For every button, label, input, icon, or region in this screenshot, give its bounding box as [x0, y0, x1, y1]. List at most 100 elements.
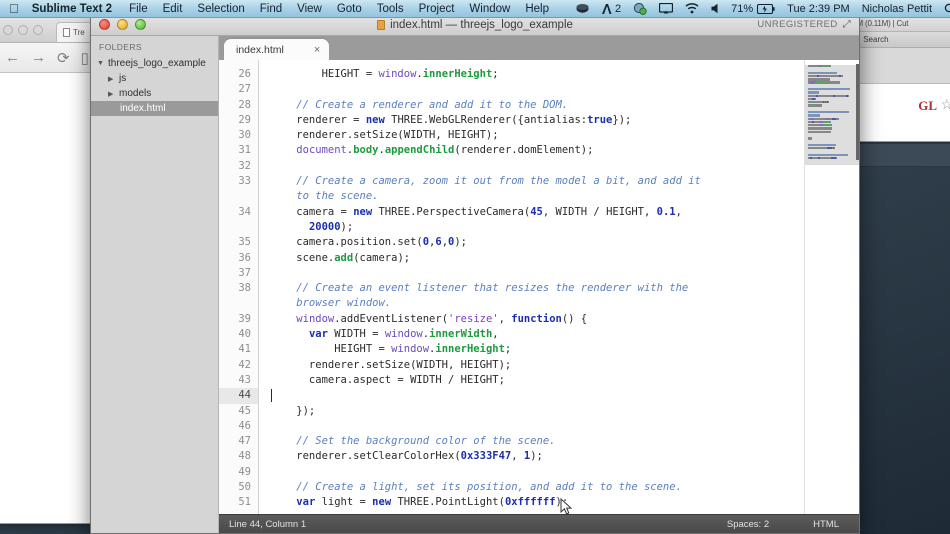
menu-window[interactable]: Window	[469, 3, 510, 15]
reload-icon[interactable]: ⟳	[57, 49, 70, 67]
code-line[interactable]: renderer.setClearColorHex(0x333F47, 1);	[271, 449, 804, 464]
menu-edit[interactable]: Edit	[163, 3, 183, 15]
line-number: 41	[238, 343, 251, 356]
code-line[interactable]: // Create an event listener that resizes…	[271, 281, 804, 296]
cursor-position[interactable]: Line 44, Column 1	[229, 519, 306, 530]
sidebar-item-threejs-logo-example[interactable]: ▼ threejs_logo_example	[91, 56, 218, 71]
minimap-scrollbar[interactable]	[856, 64, 859, 160]
code-line[interactable]: });	[271, 404, 804, 419]
code-line[interactable]	[271, 388, 804, 403]
code-line[interactable]: // Create a light, set its position, and…	[271, 480, 804, 495]
sidebar[interactable]: FOLDERS ▼ threejs_logo_example ▶ js ▶ mo…	[91, 36, 219, 533]
code-line[interactable]	[271, 266, 804, 281]
code-line[interactable]: renderer = new THREE.WebGLRenderer({anti…	[271, 113, 804, 128]
code-token: innerWidth	[429, 328, 493, 341]
code-token: light =	[315, 496, 373, 509]
close-button-bg[interactable]	[3, 24, 13, 35]
dropbox-icon[interactable]	[576, 3, 589, 14]
code-line[interactable]: camera = new THREE.PerspectiveCamera(45,…	[271, 205, 804, 220]
airplay-icon[interactable]	[659, 3, 674, 14]
menu-project[interactable]: Project	[419, 3, 455, 15]
wifi-icon[interactable]	[685, 3, 699, 14]
sublime-text-window[interactable]: index.html — threejs_logo_example UNREGI…	[90, 13, 860, 534]
indentation-setting[interactable]: Spaces: 2	[727, 519, 769, 530]
line-number: 47	[238, 435, 251, 448]
menu-help[interactable]: Help	[525, 3, 549, 15]
page-icon-toolbar[interactable]: ▯	[81, 49, 89, 67]
menubar-username[interactable]: Nicholas Pettit	[862, 3, 932, 15]
minimap[interactable]	[804, 60, 859, 514]
minimize-button-bg[interactable]	[18, 24, 28, 35]
menu-file[interactable]: File	[129, 3, 148, 15]
code-line[interactable]: 20000);	[271, 220, 804, 235]
code-scroll-wrapper[interactable]: HEIGHT = window.innerHeight; // Create a…	[259, 60, 804, 514]
menubar-clock[interactable]: Tue 2:39 PM	[787, 3, 850, 15]
code-token: HEIGHT =	[271, 343, 392, 356]
code-text[interactable]: HEIGHT = window.innerHeight; // Create a…	[259, 67, 804, 511]
cloudapp-icon[interactable]	[633, 2, 647, 15]
line-number: 36	[238, 251, 251, 264]
battery-icon[interactable]	[757, 3, 775, 14]
code-line[interactable]: browser window.	[271, 296, 804, 311]
resize-grip-icon[interactable]: ⤢	[843, 19, 851, 30]
code-line[interactable]	[271, 419, 804, 434]
code-line[interactable]: renderer.setSize(WIDTH, HEIGHT);	[271, 358, 804, 373]
line-number: 49	[238, 465, 251, 478]
code-line[interactable]: camera.position.set(0,6,0);	[271, 235, 804, 250]
minimap-line	[808, 74, 859, 78]
search-icon[interactable]	[944, 3, 950, 15]
close-icon[interactable]: ×	[314, 44, 320, 56]
forward-icon[interactable]: →	[31, 49, 46, 66]
minimap-line	[808, 97, 859, 101]
code-token: new	[372, 496, 392, 509]
chevron-down-icon[interactable]: ▼	[97, 60, 104, 67]
code-line[interactable]: // Create a camera, zoom it out from the…	[271, 174, 804, 189]
menu-tools[interactable]: Tools	[377, 3, 404, 15]
menu-selection[interactable]: Selection	[197, 3, 244, 15]
minimap-token	[814, 117, 826, 120]
code-line[interactable]: to the scene.	[271, 189, 804, 204]
code-line[interactable]: camera.aspect = WIDTH / HEIGHT;	[271, 373, 804, 388]
code-line[interactable]: var light = new THREE.PointLight(0xfffff…	[271, 495, 804, 510]
alfred-icon[interactable]	[601, 3, 612, 15]
background-browser-tab[interactable]: Tre	[56, 22, 92, 42]
menu-app-name[interactable]: Sublime Text 2	[32, 3, 112, 15]
volume-icon[interactable]	[711, 3, 719, 14]
code-token: );	[340, 220, 354, 233]
minimap-line	[808, 134, 859, 137]
code-line[interactable]: document.body.appendChild(renderer.domEl…	[271, 143, 804, 158]
chevron-right-icon[interactable]: ▶	[108, 75, 115, 83]
menu-goto[interactable]: Goto	[337, 3, 362, 15]
code-line[interactable]: HEIGHT = window.innerHeight;	[271, 67, 804, 82]
line-number: 51	[238, 496, 251, 509]
window-body: FOLDERS ▼ threejs_logo_example ▶ js ▶ mo…	[91, 36, 859, 533]
minimap-token	[808, 87, 851, 91]
star-icon[interactable]: ☆	[940, 96, 950, 113]
sidebar-item-models[interactable]: ▶ models	[91, 86, 218, 101]
code-line[interactable]: scene.add(camera);	[271, 251, 804, 266]
bg-menu-search[interactable]: Search	[863, 35, 888, 44]
menu-view[interactable]: View	[297, 3, 322, 15]
menu-find[interactable]: Find	[260, 3, 282, 15]
code-line[interactable]: window.addEventListener('resize', functi…	[271, 312, 804, 327]
chevron-right-icon[interactable]: ▶	[108, 90, 115, 98]
tab-index-html[interactable]: index.html ×	[224, 39, 330, 60]
code-line[interactable]	[271, 82, 804, 97]
code-token: THREE.PerspectiveCamera(	[372, 205, 531, 218]
code-line[interactable]: HEIGHT = window.innerHeight;	[271, 342, 804, 357]
back-icon[interactable]: ←	[5, 49, 20, 66]
sidebar-item-index-html[interactable]: index.html	[91, 101, 218, 116]
code-area[interactable]: 26 27 28 29 30 31 32 33 34 35 36 37 38 39 40 41 42 43 44 45…	[219, 60, 859, 514]
syntax-mode[interactable]: HTML	[813, 519, 839, 530]
minimap-token	[808, 114, 820, 117]
apple-icon[interactable]: 	[9, 2, 19, 15]
code-line[interactable]: // Set the background color of the scene…	[271, 434, 804, 449]
code-line[interactable]	[271, 465, 804, 480]
sidebar-item-js[interactable]: ▶ js	[91, 71, 218, 86]
code-line[interactable]: // Create a renderer and add it to the D…	[271, 98, 804, 113]
code-line[interactable]: var WIDTH = window.innerWidth,	[271, 327, 804, 342]
code-line[interactable]	[271, 159, 804, 174]
zoom-button-bg[interactable]	[33, 24, 43, 35]
code-line[interactable]: renderer.setSize(WIDTH, HEIGHT);	[271, 128, 804, 143]
minimap-token	[808, 137, 813, 140]
